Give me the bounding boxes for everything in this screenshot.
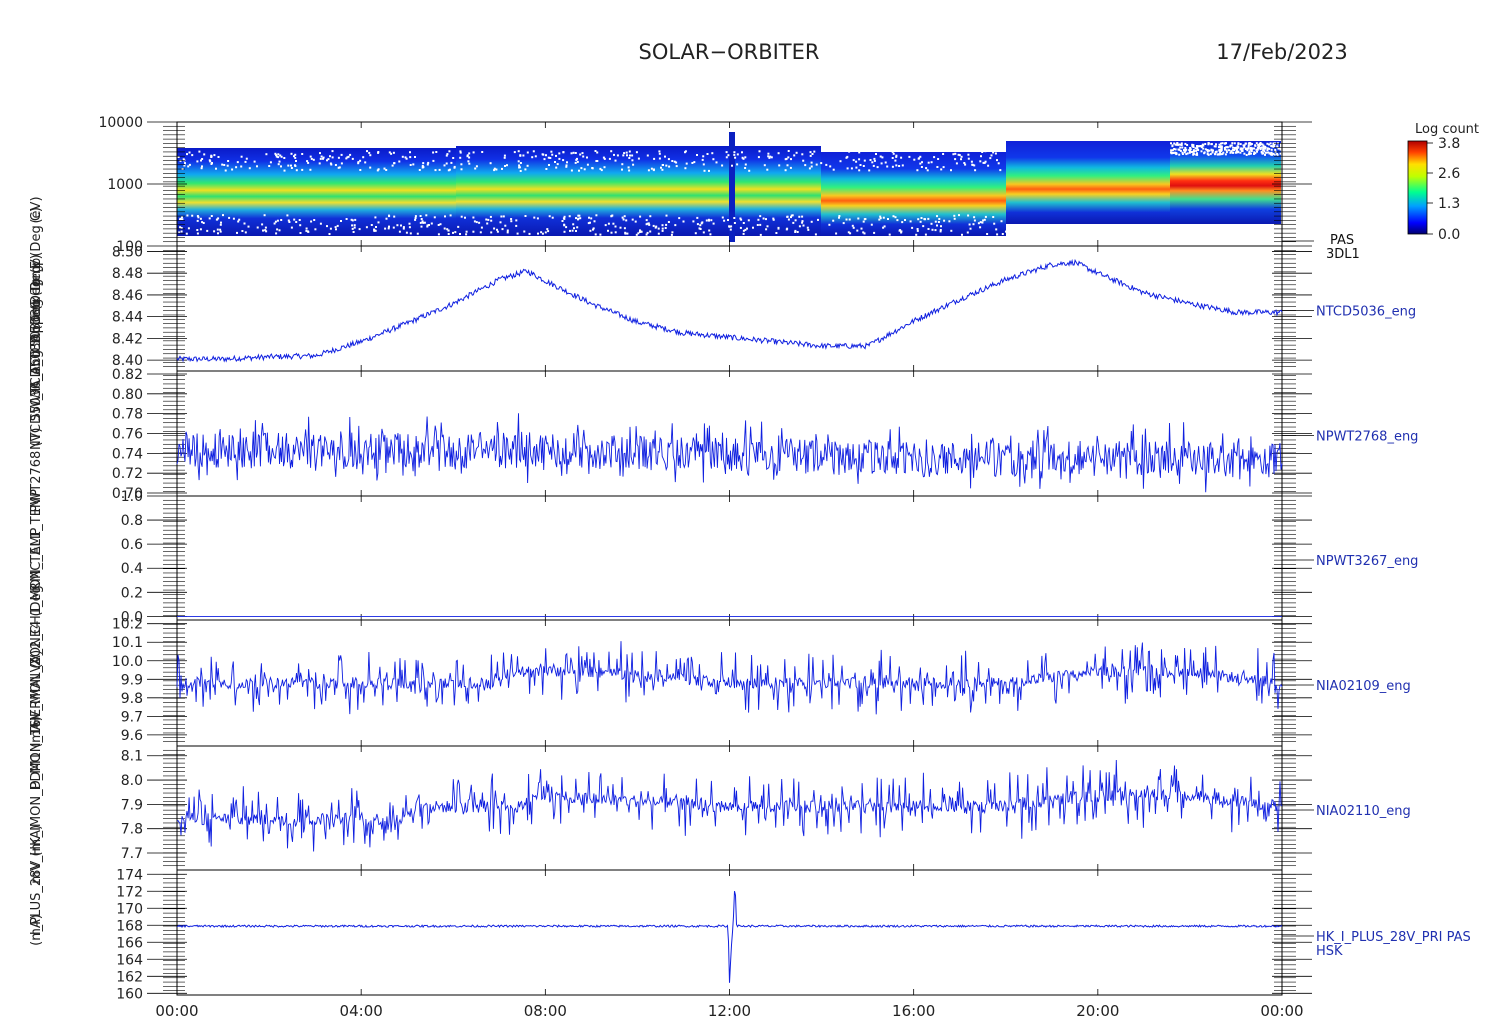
y-tick-label: 0.8 bbox=[121, 513, 143, 529]
y-tick-label: 10.0 bbox=[112, 654, 143, 670]
panel-label: NPWT3267_eng bbox=[1316, 554, 1418, 569]
panel-label: NIA02110_eng bbox=[1316, 804, 1411, 819]
colorbar-tick-label: 1.3 bbox=[1438, 196, 1460, 212]
panel-5: NIA02110_eng 8.1 8.0 7.9 7.8 7.7 bbox=[121, 745, 1411, 871]
y-tick-label: 0.78 bbox=[112, 407, 143, 423]
panel-frame bbox=[176, 495, 1283, 621]
panel-3: NPWT3267_eng1.00.80.60.40.20.0 bbox=[121, 489, 1419, 625]
panel-label: NTCD5036_eng bbox=[1316, 305, 1416, 320]
colorbar-tick-label: 2.6 bbox=[1438, 166, 1460, 182]
y-tick-label: 164 bbox=[116, 952, 143, 968]
y-tick-label: 8.46 bbox=[112, 288, 143, 304]
plot-title: SOLAR−ORBITER bbox=[638, 40, 819, 64]
colorbar-gradient bbox=[1407, 140, 1428, 235]
y-tick-label: 8.50 bbox=[112, 244, 143, 260]
y-tick-label: 172 bbox=[116, 884, 143, 900]
y-tick-label: 9.6 bbox=[121, 728, 143, 744]
x-tick-label: 00:00 bbox=[155, 1002, 198, 1020]
y-tick-label: 1000 bbox=[107, 177, 143, 193]
y-tick-label: 0.4 bbox=[121, 561, 143, 577]
x-tick-label: 20:00 bbox=[1076, 1002, 1119, 1020]
series-line bbox=[176, 413, 1283, 493]
series-line bbox=[176, 641, 1283, 715]
y-tick-label: 166 bbox=[116, 935, 143, 951]
y-tick-label: 9.8 bbox=[121, 691, 143, 707]
x-tick-label: 12:00 bbox=[708, 1002, 751, 1020]
y-tick-label: 8.42 bbox=[112, 331, 143, 347]
y-tick-label: 0.72 bbox=[112, 466, 143, 482]
panel-label: HK_I_PLUS_28V_PRI PAS bbox=[1316, 930, 1471, 945]
y-tick-label: 174 bbox=[116, 867, 143, 883]
colorbar-tick-label: 3.8 bbox=[1438, 136, 1460, 152]
y-tick-label: 8.0 bbox=[121, 773, 143, 789]
y-tick-label: 160 bbox=[116, 986, 143, 1002]
y-axis-title-stack: (eV)E (Deg C)p (V)Approx TempA_TCD5036 (… bbox=[29, 196, 44, 945]
series-line bbox=[176, 890, 1283, 983]
y-tick-label: 9.9 bbox=[121, 672, 143, 688]
panel-frame bbox=[176, 370, 1283, 497]
plot-canvas: SOLAR−ORBITER 17/Feb/2023 (eV)E (Deg C)p… bbox=[29, 40, 1479, 1020]
panel-2: NPWT2768_eng0.820.800.780.760.740.720.70 bbox=[112, 367, 1419, 502]
colorbar: Log count 3.8 2.6 1.3 0.0 bbox=[1407, 122, 1479, 243]
panel-6: HK_I_PLUS_28V_PRI PASHSK1741721701681661… bbox=[116, 867, 1471, 1002]
y-tick-label: 1.0 bbox=[121, 489, 143, 505]
series-line bbox=[176, 258, 1283, 363]
y-tick-label: 0.76 bbox=[112, 427, 143, 443]
y-tick-label: 7.9 bbox=[121, 797, 143, 813]
y-tick-label: 10.2 bbox=[112, 617, 143, 633]
plot-date: 17/Feb/2023 bbox=[1216, 40, 1348, 64]
x-axis: 00:00 04:00 08:00 12:00 16:00 20:00 00:00 bbox=[155, 1002, 1303, 1020]
y-tick-label: 8.44 bbox=[112, 310, 143, 326]
y-tick-label: 8.1 bbox=[121, 749, 143, 765]
x-tick-label: 08:00 bbox=[524, 1002, 567, 1020]
y-tick-label: 8.48 bbox=[112, 266, 143, 282]
panel-label: NPWT2768_eng bbox=[1316, 430, 1418, 445]
x-tick-label: 16:00 bbox=[892, 1002, 935, 1020]
panel-label: PAS bbox=[1330, 233, 1354, 248]
x-tick-label: 00:00 bbox=[1260, 1002, 1303, 1020]
y-tick-label: 0.74 bbox=[112, 446, 143, 462]
colorbar-tick-label: 0.0 bbox=[1438, 227, 1460, 243]
panel-label: HSK bbox=[1316, 944, 1343, 959]
y-tick-label: 0.6 bbox=[121, 537, 143, 553]
panel-label: 3DL1 bbox=[1326, 247, 1360, 262]
colorbar-title: Log count bbox=[1415, 122, 1479, 137]
panel-1: NTCD5036_eng8.508.488.468.448.428.40 bbox=[112, 244, 1416, 372]
y-tick-label: 0.2 bbox=[121, 585, 143, 601]
y-tick-label: 9.7 bbox=[121, 709, 143, 725]
y-axis-title: (mA) bbox=[29, 914, 44, 946]
y-tick-label: 10.1 bbox=[112, 635, 143, 651]
y-tick-label: 10000 bbox=[98, 115, 143, 131]
panel-frame bbox=[176, 245, 1283, 372]
y-tick-label: 168 bbox=[116, 918, 143, 934]
spectrogram bbox=[177, 132, 1283, 242]
y-tick-label: 162 bbox=[116, 969, 143, 985]
y-tick-label: 0.80 bbox=[112, 387, 143, 403]
y-tick-label: 170 bbox=[116, 901, 143, 917]
y-tick-label: 0.82 bbox=[112, 367, 143, 383]
y-tick-label: 7.8 bbox=[121, 822, 143, 838]
x-tick-label: 04:00 bbox=[340, 1002, 383, 1020]
panel-4: NIA02109_eng 10.2 10.1 10.0 9.9 9.8 9.7 9.6 bbox=[112, 617, 1411, 747]
series-line bbox=[176, 759, 1283, 852]
panel-label: NIA02109_eng bbox=[1316, 679, 1411, 694]
y-tick-label: 7.7 bbox=[121, 846, 143, 862]
